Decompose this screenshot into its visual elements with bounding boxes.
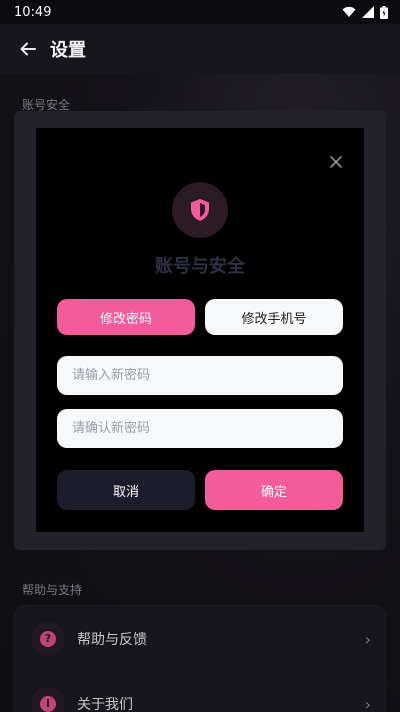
back-arrow-icon[interactable]: [18, 39, 38, 59]
confirm-password-input[interactable]: [57, 409, 343, 448]
wifi-icon: [342, 6, 356, 17]
shield-icon: [172, 182, 228, 238]
status-bar: 10:49: [0, 0, 400, 24]
confirm-button[interactable]: 确定: [205, 470, 343, 510]
tab-change-phone[interactable]: 修改手机号: [205, 299, 343, 335]
new-password-input[interactable]: [57, 356, 343, 395]
tab-change-password[interactable]: 修改密码: [57, 299, 195, 335]
status-time: 10:49: [14, 4, 52, 20]
dialog-title: 账号与安全: [155, 256, 245, 277]
cellular-signal-icon: [362, 6, 374, 18]
app-bar: 设置: [0, 24, 400, 74]
status-icons: [342, 5, 388, 19]
cancel-button[interactable]: 取消: [57, 470, 195, 510]
page-title: 设置: [50, 40, 86, 61]
close-icon[interactable]: [324, 150, 348, 174]
battery-icon: [380, 5, 388, 19]
